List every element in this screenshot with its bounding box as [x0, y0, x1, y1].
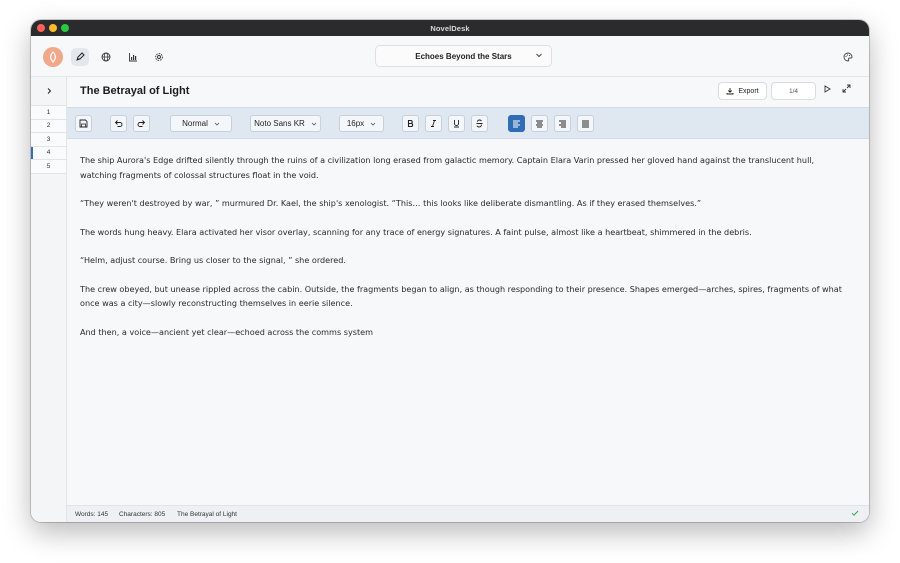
close-window-button[interactable]	[37, 24, 45, 32]
theme-button[interactable]	[839, 48, 857, 66]
sidebar-item-3[interactable]: 3	[31, 133, 66, 147]
underline-icon	[454, 120, 459, 128]
status-document-name: The Betrayal of Light	[177, 511, 237, 518]
undo-icon	[114, 120, 123, 127]
redo-icon	[137, 120, 146, 127]
check-icon	[851, 509, 859, 517]
window-controls	[37, 24, 69, 32]
align-right-icon	[559, 120, 566, 128]
play-button[interactable]	[823, 85, 831, 93]
minimize-window-button[interactable]	[49, 24, 57, 32]
editor-pane: The Betrayal of Light Export 1/4 Normal …	[67, 77, 869, 522]
globe-icon	[101, 52, 111, 62]
font-size-select[interactable]: 16px	[339, 115, 384, 132]
strikethrough-icon	[476, 119, 483, 128]
sidebar-toggle-button[interactable]	[31, 77, 66, 106]
export-label: Export	[738, 87, 759, 95]
workspace: 1 2 3 4 5 The Betrayal of Light Export 1…	[31, 77, 869, 522]
settings-button[interactable]	[150, 48, 168, 66]
paragraph-style-value: Normal	[182, 119, 208, 128]
bold-button[interactable]	[402, 115, 419, 132]
italic-icon	[431, 120, 436, 127]
paragraph: The words hung heavy. Elara activated he…	[80, 226, 752, 237]
project-selector[interactable]: Echoes Beyond the Stars	[375, 45, 552, 67]
palette-icon	[843, 52, 853, 62]
chevron-down-icon	[311, 121, 317, 127]
app-window: NovelDesk Echoes Beyond the Stars 1 2 3 …	[31, 20, 869, 522]
save-icon	[79, 119, 88, 128]
sidebar-item-4[interactable]: 4	[31, 146, 66, 160]
page-indicator[interactable]: 1/4	[771, 82, 816, 100]
play-icon	[824, 85, 831, 93]
export-button[interactable]: Export	[718, 82, 767, 100]
align-justify-icon	[582, 120, 589, 128]
text-editor[interactable]: The ship Aurora's Edge drifted silently …	[67, 139, 869, 505]
stats-button[interactable]	[124, 48, 142, 66]
paragraph: The ship Aurora's Edge drifted silently …	[80, 155, 815, 180]
font-family-select[interactable]: Noto Sans KR	[250, 115, 321, 132]
redo-button[interactable]	[133, 115, 150, 132]
maximize-window-button[interactable]	[61, 24, 69, 32]
paragraph: “They weren't destroyed by war, ” murmur…	[80, 198, 702, 208]
bar-chart-icon	[129, 53, 137, 62]
font-family-value: Noto Sans KR	[254, 119, 305, 128]
bold-icon	[407, 119, 414, 128]
write-mode-button[interactable]	[71, 48, 89, 66]
expand-icon	[842, 84, 851, 93]
chevron-down-icon	[370, 121, 376, 127]
sidebar-item-1[interactable]: 1	[31, 106, 66, 120]
chapter-sidebar: 1 2 3 4 5	[31, 77, 67, 522]
window-title: NovelDesk	[430, 23, 470, 33]
format-toolbar: Normal Noto Sans KR 16px	[67, 107, 869, 139]
status-bar: Words: 145 Characters: 805 The Betrayal …	[67, 505, 869, 522]
chevron-down-icon	[214, 121, 220, 127]
chevron-right-icon	[47, 88, 51, 94]
align-right-button[interactable]	[554, 115, 571, 132]
align-justify-button[interactable]	[577, 115, 594, 132]
character-count: Characters: 805	[119, 511, 166, 518]
project-title: Echoes Beyond the Stars	[415, 51, 512, 61]
word-count: Words: 145	[75, 511, 109, 518]
paragraph-style-select[interactable]: Normal	[170, 115, 232, 132]
sidebar-item-2[interactable]: 2	[31, 119, 66, 133]
align-center-button[interactable]	[531, 115, 548, 132]
title-bar: NovelDesk	[31, 20, 869, 36]
paragraph: The crew obeyed, but unease rippled acro…	[80, 283, 842, 309]
italic-button[interactable]	[425, 115, 442, 132]
paragraph: And then, a voice—ancient yet clear—echo…	[80, 326, 373, 337]
fullscreen-button[interactable]	[842, 84, 851, 93]
document-header: The Betrayal of Light Export 1/4	[67, 77, 869, 107]
save-button[interactable]	[75, 115, 92, 132]
align-left-button[interactable]	[508, 115, 525, 132]
document-title[interactable]: The Betrayal of Light	[80, 85, 189, 97]
font-size-value: 16px	[346, 119, 365, 128]
paragraph: “Helm, adjust course. Bring us closer to…	[80, 255, 346, 265]
app-header: Echoes Beyond the Stars	[31, 36, 869, 77]
underline-button[interactable]	[448, 115, 465, 132]
download-icon	[726, 88, 734, 95]
sidebar-item-5[interactable]: 5	[31, 160, 66, 174]
app-logo-icon[interactable]	[43, 47, 63, 67]
undo-button[interactable]	[110, 115, 127, 132]
strikethrough-button[interactable]	[471, 115, 488, 132]
align-center-icon	[536, 120, 543, 128]
chevron-down-icon	[535, 51, 543, 59]
pen-nib-icon	[76, 52, 85, 61]
gear-icon	[155, 53, 163, 61]
align-left-icon	[513, 120, 520, 128]
globe-button[interactable]	[97, 48, 115, 66]
